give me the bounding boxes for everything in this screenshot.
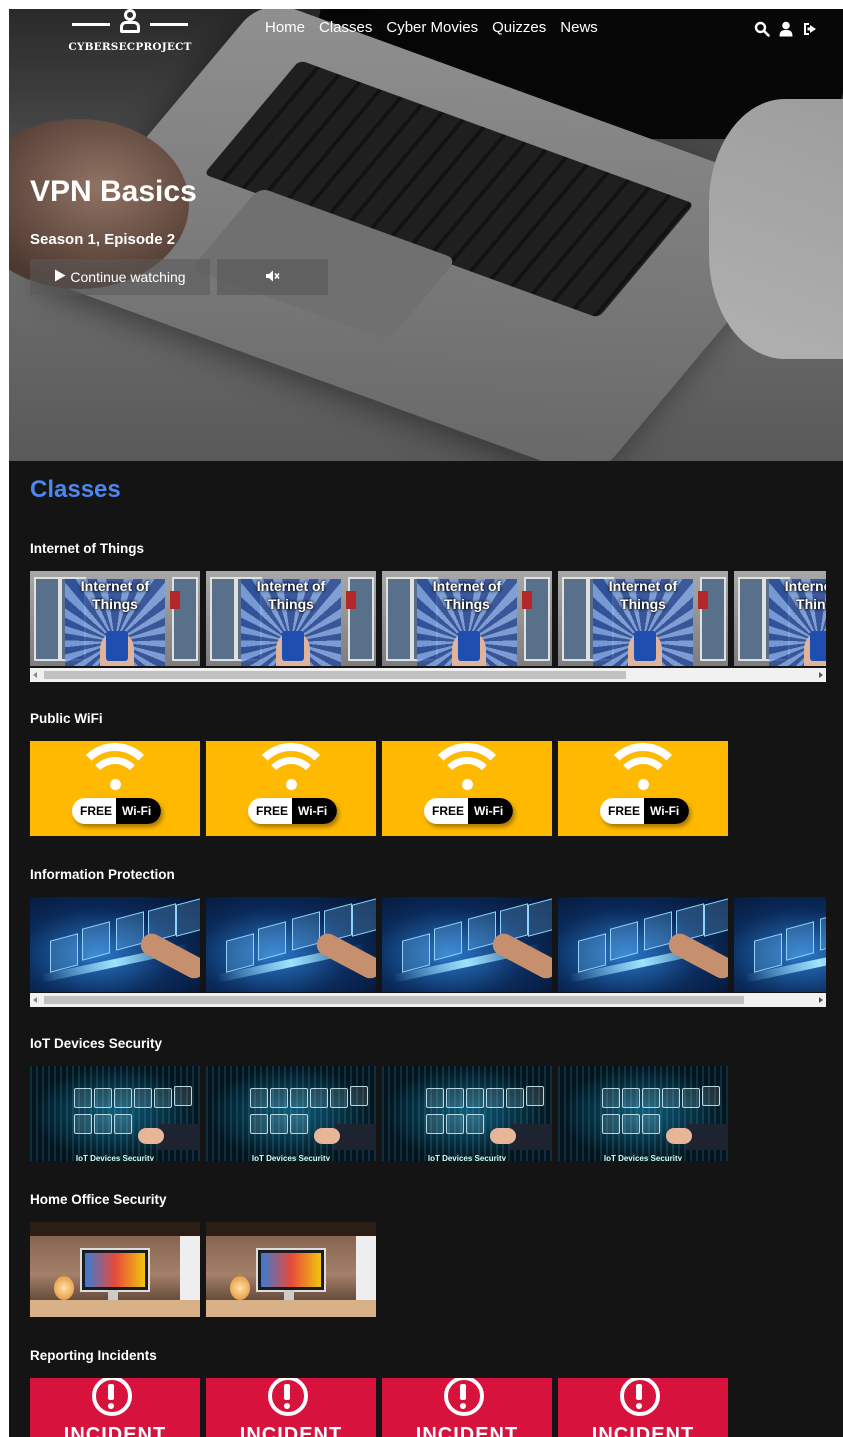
wifi-badge: Wi-Fi	[468, 798, 514, 824]
row-information-protection[interactable]	[30, 897, 826, 992]
hero-title: VPN Basics	[30, 175, 197, 208]
class-tile-reporting-incidents[interactable]: INCIDENT	[206, 1378, 376, 1437]
logo-text: CYBERSECPROJECT	[68, 41, 192, 53]
volume-mute-icon	[265, 270, 280, 285]
row-reporting-incidents[interactable]: INCIDENT INCIDENT INCIDENT INCIDENT	[30, 1378, 826, 1437]
class-tile-public-wifi[interactable]: FREE Wi-Fi	[382, 741, 552, 836]
row-public-wifi[interactable]: FREE Wi-Fi FREE Wi-Fi FREE Wi-Fi FREE Wi-Fi	[30, 741, 826, 836]
free-badge: FREE	[248, 798, 293, 824]
scrollbar-thumb[interactable]	[44, 671, 626, 679]
classes-heading: Classes	[30, 476, 121, 503]
class-tile-internet-of-things[interactable]: Internet of Things	[382, 571, 552, 666]
class-tile-information-protection[interactable]	[206, 897, 376, 992]
wifi-icon	[110, 779, 121, 790]
nav-classes[interactable]: Classes	[319, 19, 372, 36]
class-tile-information-protection[interactable]	[30, 897, 200, 992]
class-tile-public-wifi[interactable]: FREE Wi-Fi	[30, 741, 200, 836]
tile-caption: IoT Devices Security	[251, 1154, 331, 1161]
row-title-reporting-incidents: Reporting Incidents	[30, 1348, 157, 1363]
tile-title: Internet of Things	[80, 578, 150, 612]
class-tile-home-office-security[interactable]	[206, 1222, 376, 1317]
tile-caption: IoT Devices Security	[75, 1154, 155, 1161]
class-tile-internet-of-things[interactable]: Internet of Things	[734, 571, 826, 666]
tile-caption: IoT Devices Security	[603, 1154, 683, 1161]
class-tile-iot-devices-security[interactable]: IoT Devices Security	[206, 1066, 376, 1161]
row-title-iot-devices-security: IoT Devices Security	[30, 1036, 163, 1051]
class-tile-internet-of-things[interactable]: Internet of Things	[206, 571, 376, 666]
search-icon[interactable]	[754, 21, 770, 37]
continue-watching-button[interactable]: Continue watching	[30, 259, 210, 295]
row-iot-devices-security[interactable]: IoT Devices Security IoT Devices Security…	[30, 1066, 826, 1161]
tile-title: INCIDENT	[415, 1424, 519, 1437]
tile-title: Internet of Things	[256, 578, 326, 612]
sign-out-icon[interactable]	[802, 21, 818, 37]
hero-banner: CYBERSECPROJECT Home Classes Cyber Movie…	[9, 9, 843, 461]
class-tile-iot-devices-security[interactable]: IoT Devices Security	[382, 1066, 552, 1161]
tile-caption: IoT Devices Security	[427, 1154, 507, 1161]
nav-icons	[754, 21, 818, 37]
main-nav: Home Classes Cyber Movies Quizzes News	[265, 19, 598, 36]
continue-watching-label: Continue watching	[70, 269, 186, 285]
wifi-icon	[638, 779, 649, 790]
free-badge: FREE	[72, 798, 117, 824]
page: CYBERSECPROJECT Home Classes Cyber Movie…	[9, 9, 843, 1437]
monitor-image	[256, 1248, 326, 1292]
class-tile-information-protection[interactable]	[558, 897, 728, 992]
row-title-information-protection: Information Protection	[30, 867, 175, 882]
hero-subtitle: Season 1, Episode 2	[30, 231, 176, 248]
row-scrollbar-information-protection[interactable]	[30, 993, 826, 1007]
wifi-badge: Wi-Fi	[292, 798, 338, 824]
class-tile-reporting-incidents[interactable]: INCIDENT	[558, 1378, 728, 1437]
logo-icon	[120, 9, 140, 35]
row-title-public-wifi: Public WiFi	[30, 711, 103, 726]
tile-title: Internet of Things	[432, 578, 502, 612]
row-title-home-office-security: Home Office Security	[30, 1192, 167, 1207]
nav-quizzes[interactable]: Quizzes	[492, 19, 546, 36]
class-tile-public-wifi[interactable]: FREE Wi-Fi	[206, 741, 376, 836]
monitor-image	[80, 1248, 150, 1292]
row-title-internet-of-things: Internet of Things	[30, 541, 144, 556]
play-icon	[54, 269, 66, 285]
site-logo[interactable]: CYBERSECPROJECT	[64, 9, 196, 57]
class-tile-iot-devices-security[interactable]: IoT Devices Security	[558, 1066, 728, 1161]
class-tile-public-wifi[interactable]: FREE Wi-Fi	[558, 741, 728, 836]
class-tile-internet-of-things[interactable]: Internet of Things	[30, 571, 200, 666]
wifi-badge: Wi-Fi	[116, 798, 162, 824]
row-home-office-security[interactable]	[30, 1222, 826, 1317]
scroll-right-arrow-icon[interactable]	[819, 672, 823, 678]
tile-title: INCIDENT	[239, 1424, 343, 1437]
class-tile-home-office-security[interactable]	[30, 1222, 200, 1317]
wifi-icon	[462, 779, 473, 790]
scrollbar-thumb[interactable]	[44, 996, 744, 1004]
nav-news[interactable]: News	[560, 19, 598, 36]
tile-title: Internet of Things	[784, 578, 826, 612]
row-scrollbar-internet-of-things[interactable]	[30, 668, 826, 682]
nav-home[interactable]: Home	[265, 19, 305, 36]
tile-title: INCIDENT	[591, 1424, 695, 1437]
wifi-icon	[286, 779, 297, 790]
free-badge: FREE	[600, 798, 645, 824]
class-tile-internet-of-things[interactable]: Internet of Things	[558, 571, 728, 666]
scroll-right-arrow-icon[interactable]	[819, 997, 823, 1003]
class-tile-iot-devices-security[interactable]: IoT Devices Security	[30, 1066, 200, 1161]
wifi-badge: Wi-Fi	[644, 798, 690, 824]
mute-button[interactable]	[217, 259, 328, 295]
tile-title: INCIDENT	[63, 1424, 167, 1437]
free-badge: FREE	[424, 798, 469, 824]
class-tile-reporting-incidents[interactable]: INCIDENT	[382, 1378, 552, 1437]
tile-title: Internet of Things	[608, 578, 678, 612]
row-internet-of-things[interactable]: Internet of Things Internet of Things Inte…	[30, 571, 826, 666]
user-icon[interactable]	[778, 21, 794, 37]
scroll-left-arrow-icon[interactable]	[33, 997, 37, 1003]
scroll-left-arrow-icon[interactable]	[33, 672, 37, 678]
class-tile-information-protection[interactable]	[382, 897, 552, 992]
nav-cyber-movies[interactable]: Cyber Movies	[386, 19, 478, 36]
class-tile-information-protection[interactable]	[734, 897, 826, 992]
class-tile-reporting-incidents[interactable]: INCIDENT	[30, 1378, 200, 1437]
